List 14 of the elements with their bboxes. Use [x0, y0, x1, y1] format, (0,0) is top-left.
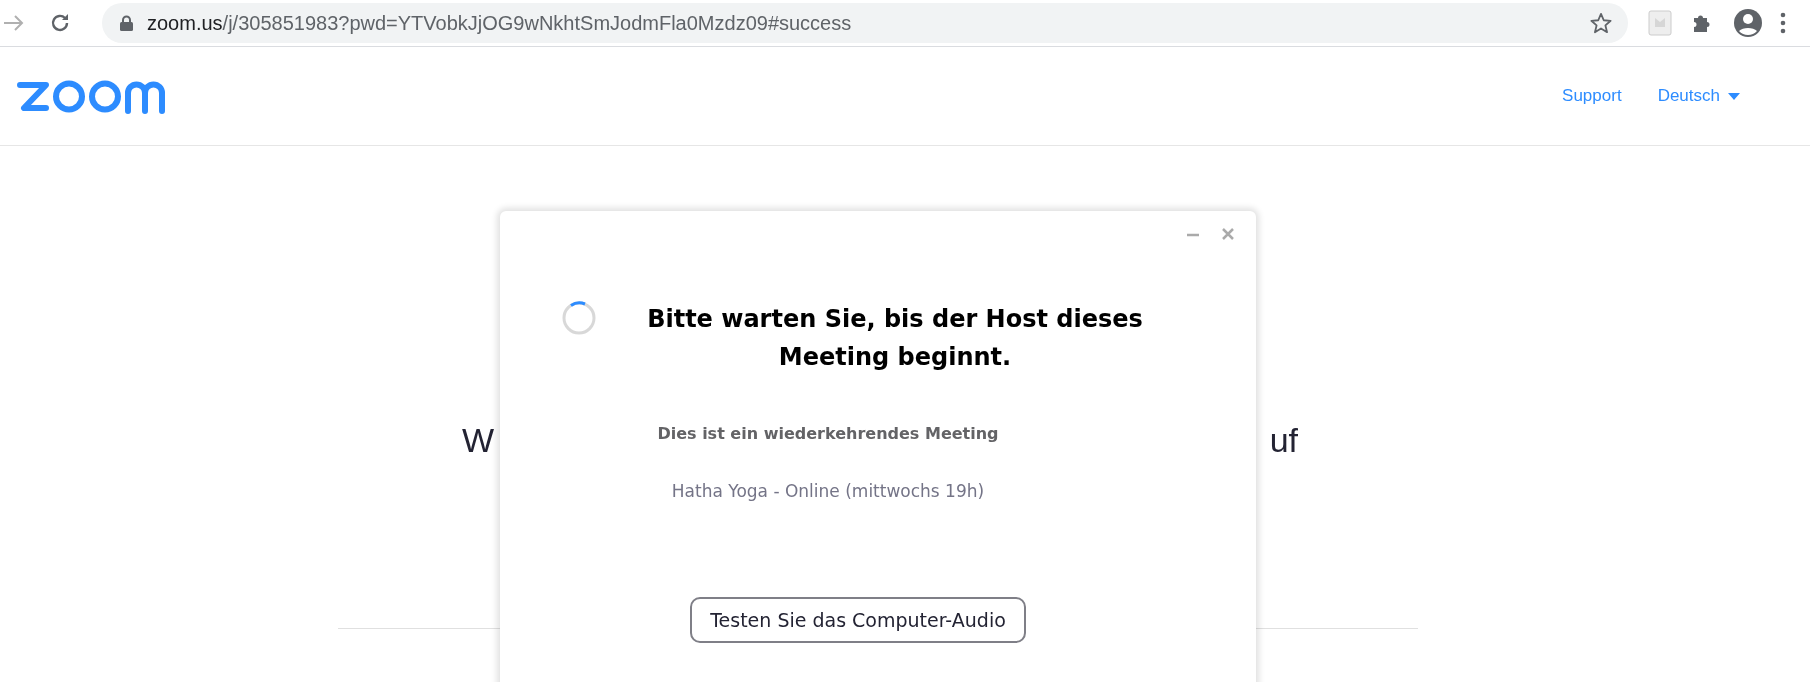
waiting-title: Bitte warten Sie, bis der Host dieses Meeting beginnt.	[646, 304, 1144, 373]
url-text: zoom.us/j/305851983?pwd=YTVobkJjOG9wNkhtSmJodmFla0Mzdz09#success	[147, 11, 853, 35]
recurring-note: Dies ist ein wiederkehrendes Meeting	[657, 424, 999, 443]
menu-icon[interactable]	[1780, 12, 1786, 34]
heading-fragment: uf	[1269, 421, 1298, 460]
heading-fragment: W	[462, 421, 495, 460]
profile-icon[interactable]	[1734, 9, 1762, 37]
caret-icon	[1728, 92, 1740, 100]
loading-spinner-icon	[561, 300, 597, 336]
star-icon[interactable]	[1590, 12, 1612, 34]
lock-icon	[120, 15, 133, 31]
meeting-name: Hatha Yoga - Online (mittwochs 19h)	[671, 481, 985, 501]
address-bar[interactable]: zoom.us/j/305851983?pwd=YTVobkJjOG9wNkhtSmJodmFla0Mzdz09#success	[102, 3, 1628, 43]
test-audio-button[interactable]: Testen Sie das Computer-Audio	[690, 597, 1026, 643]
